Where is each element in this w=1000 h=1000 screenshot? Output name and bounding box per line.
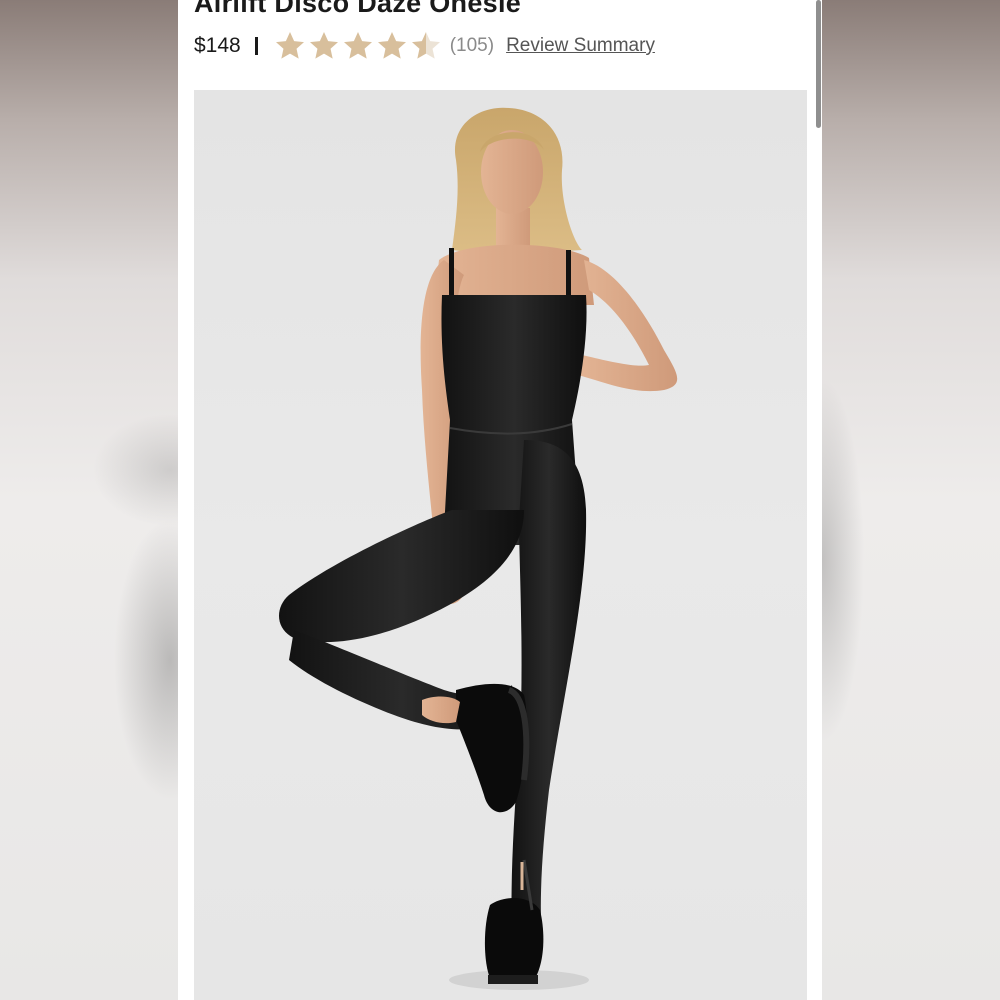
review-summary-link[interactable]: Review Summary	[506, 35, 655, 57]
screenshot-frame: Airlift Disco Daze Onesie $148 (105) Rev…	[0, 0, 1000, 1000]
half-star-icon	[411, 32, 440, 59]
star-icon	[309, 32, 338, 59]
blurred-background-right	[822, 0, 1000, 1000]
product-title: Airlift Disco Daze Onesie	[194, 0, 522, 18]
star-rating[interactable]	[274, 30, 442, 62]
product-price: $148	[194, 34, 241, 57]
star-icon	[275, 32, 304, 59]
review-count: (105)	[449, 35, 495, 56]
product-page: Airlift Disco Daze Onesie $148 (105) Rev…	[178, 0, 822, 1000]
scrollbar[interactable]	[816, 0, 821, 128]
price-rating-row: $148 (105) Review Summary	[194, 28, 655, 64]
blurred-background-left	[0, 0, 180, 1000]
price-divider	[254, 37, 258, 55]
model-photo	[278, 107, 678, 990]
star-icon	[377, 32, 406, 59]
star-icon	[343, 32, 372, 59]
product-image[interactable]	[194, 90, 807, 1000]
